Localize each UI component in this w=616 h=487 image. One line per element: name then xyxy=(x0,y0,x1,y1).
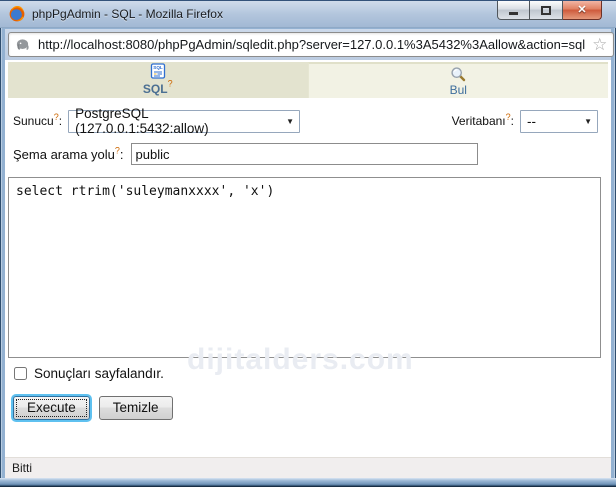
schema-row: Şema arama yolu?: xyxy=(8,141,608,167)
firefox-window: phpPgAdmin - SQL - Mozilla Firefox ✕ htt… xyxy=(0,0,616,487)
sql-help-marker[interactable]: ? xyxy=(168,78,173,88)
minimize-icon xyxy=(509,11,518,15)
paginate-checkbox[interactable] xyxy=(14,367,27,380)
close-button[interactable]: ✕ xyxy=(563,1,602,20)
postgresql-favicon xyxy=(16,38,29,50)
sql-document-icon: SQL xyxy=(150,62,165,79)
window-title: phpPgAdmin - SQL - Mozilla Firefox xyxy=(32,7,223,21)
schema-label: Şema arama yolu?: xyxy=(13,145,124,162)
maximize-icon xyxy=(541,5,551,15)
schema-input[interactable] xyxy=(130,143,478,165)
server-select[interactable]: PostgreSQL (127.0.0.1:5432:allow) ▼ xyxy=(68,106,301,136)
chevron-down-icon: ▼ xyxy=(584,116,592,126)
server-database-row: Sunucu?: PostgreSQL (127.0.0.1:5432:allo… xyxy=(8,106,608,136)
firefox-icon xyxy=(9,6,25,22)
chevron-down-icon: ▼ xyxy=(286,116,295,126)
tab-sql[interactable]: SQL SQL? xyxy=(8,62,308,98)
database-group: Veritabanı?: -- ▼ xyxy=(451,109,598,133)
maximize-button[interactable] xyxy=(530,1,563,20)
paginate-row: Sonuçları sayfalandır. xyxy=(14,366,164,381)
url-bar[interactable]: http://localhost:8080/phpPgAdmin/sqledit… xyxy=(8,32,615,57)
title-bar: phpPgAdmin - SQL - Mozilla Firefox ✕ xyxy=(0,0,616,28)
caption-buttons: ✕ xyxy=(497,1,602,20)
status-text: Bitti xyxy=(12,461,33,475)
window-frame-bottom xyxy=(0,478,616,487)
clear-button[interactable]: Temizle xyxy=(98,396,173,420)
tab-find-label: Bul xyxy=(449,82,467,97)
database-select-value: -- xyxy=(527,113,536,129)
tab-sql-label-wrap: SQL? xyxy=(142,78,173,98)
minimize-button[interactable] xyxy=(497,1,530,20)
database-label: Veritabanı?: xyxy=(451,112,514,129)
status-bar: Bitti xyxy=(5,457,611,478)
tab-find[interactable]: Bul xyxy=(307,62,608,98)
database-select[interactable]: -- ▼ xyxy=(520,109,598,133)
button-row: Execute Temizle xyxy=(10,396,173,420)
tab-sql-label: SQL xyxy=(142,81,168,96)
execute-button[interactable]: Execute xyxy=(13,396,90,420)
close-icon: ✕ xyxy=(577,3,587,16)
paginate-label: Sonuçları sayfalandır. xyxy=(34,366,164,381)
tab-bar: SQL SQL? Bul xyxy=(8,62,608,98)
server-label: Sunucu?: xyxy=(13,112,63,129)
svg-text:SQL: SQL xyxy=(153,65,163,70)
magnifier-icon xyxy=(451,66,466,81)
server-select-value: PostgreSQL (127.0.0.1:5432:allow) xyxy=(75,106,209,136)
bookmark-star-icon[interactable]: ☆ xyxy=(592,36,607,53)
page-content: SQL SQL? Bul Sunucu?: PostgreSQL (127.0.… xyxy=(5,60,611,478)
sql-query-textarea[interactable]: select rtrim('suleymanxxxx', 'x') xyxy=(8,177,601,358)
url-text[interactable]: http://localhost:8080/phpPgAdmin/sqledit… xyxy=(38,37,585,52)
navigation-bar: http://localhost:8080/phpPgAdmin/sqledit… xyxy=(5,29,615,60)
